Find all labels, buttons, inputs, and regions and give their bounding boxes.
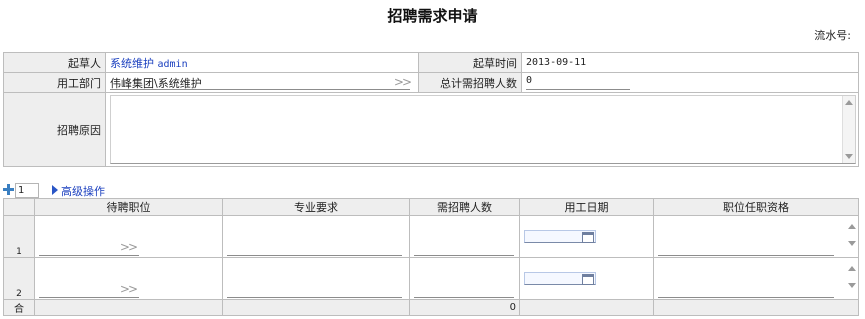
sum-qualification — [653, 299, 859, 316]
scroll-up-icon[interactable] — [845, 100, 853, 105]
table-row: 2 >> — [3, 257, 859, 300]
page-title: 招聘需求申请 — [387, 7, 478, 25]
header-qualification: 职位任职资格 — [653, 198, 859, 216]
department-label: 用工部门 — [3, 72, 106, 93]
major-field[interactable] — [227, 284, 402, 298]
major-cell — [222, 257, 410, 300]
row-number: 2 — [3, 257, 35, 300]
sum-label: 合 — [3, 299, 35, 316]
scroll-down-icon[interactable] — [845, 154, 853, 159]
total-count-field[interactable]: 0 — [526, 75, 630, 90]
department-cell: 伟峰集团\系统维护 >> — [105, 72, 419, 93]
drafter-account: admin — [157, 58, 188, 70]
drafter-cell: 系统维护 admin — [105, 52, 419, 73]
sum-count: 0 — [409, 299, 520, 316]
position-field[interactable]: >> — [39, 240, 139, 256]
position-cell: >> — [34, 215, 223, 258]
header-position: 待聘职位 — [34, 198, 223, 216]
header-date: 用工日期 — [519, 198, 654, 216]
triangle-right-icon[interactable] — [52, 185, 58, 195]
request-form: 起草人 系统维护 admin 起草时间 2013-09-11 用工部门 伟峰集团… — [3, 52, 859, 167]
position-field[interactable]: >> — [39, 282, 139, 298]
scroll-down-icon[interactable] — [848, 283, 856, 288]
header-major: 专业要求 — [222, 198, 410, 216]
count-field[interactable] — [414, 284, 514, 298]
scroll-up-icon[interactable] — [848, 224, 856, 229]
position-grid: 待聘职位 专业要求 需招聘人数 用工日期 职位任职资格 1 >> 2 >> 合 … — [3, 198, 859, 316]
date-field[interactable] — [524, 230, 596, 243]
calendar-icon[interactable] — [582, 232, 594, 243]
department-field[interactable]: 伟峰集团\系统维护 >> — [110, 75, 412, 90]
date-field[interactable] — [524, 272, 596, 285]
major-cell — [222, 215, 410, 258]
chevron-double-right-icon[interactable]: >> — [394, 75, 412, 89]
qualification-field[interactable] — [658, 235, 834, 256]
date-cell — [519, 215, 654, 258]
department-value: 伟峰集团\系统维护 — [110, 77, 202, 90]
draft-time-label: 起草时间 — [418, 52, 522, 73]
reason-textarea[interactable] — [110, 95, 856, 164]
position-cell: >> — [34, 257, 223, 300]
row-number: 1 — [3, 215, 35, 258]
calendar-icon[interactable] — [582, 274, 594, 285]
drafter-name: 系统维护 — [110, 56, 154, 70]
major-field[interactable] — [227, 242, 402, 256]
scroll-up-icon[interactable] — [848, 266, 856, 271]
qualification-scroll[interactable] — [848, 266, 856, 288]
count-cell — [409, 257, 520, 300]
draft-time-value: 2013-09-11 — [521, 52, 859, 73]
date-cell — [519, 257, 654, 300]
grid-header-blank — [3, 198, 35, 216]
scroll-down-icon[interactable] — [848, 241, 856, 246]
sum-position — [34, 299, 223, 316]
serial-number-label: 流水号: — [814, 29, 851, 42]
chevron-double-right-icon[interactable]: >> — [120, 282, 138, 296]
total-count-label: 总计需招聘人数 — [418, 72, 522, 93]
reason-scrollbar[interactable] — [842, 96, 855, 163]
chevron-double-right-icon[interactable]: >> — [120, 240, 138, 254]
qualification-cell — [653, 257, 859, 300]
count-cell — [409, 215, 520, 258]
qualification-field[interactable] — [658, 277, 834, 298]
qualification-cell — [653, 215, 859, 258]
reason-cell — [105, 92, 859, 167]
drafter-label: 起草人 — [3, 52, 106, 73]
advanced-operations-link[interactable]: 高级操作 — [61, 183, 105, 199]
total-count-cell: 0 — [521, 72, 859, 93]
sum-major — [222, 299, 410, 316]
row-count-input[interactable]: 1 — [15, 183, 39, 198]
sum-date — [519, 299, 654, 316]
qualification-scroll[interactable] — [848, 224, 856, 246]
reason-label: 招聘原因 — [3, 92, 106, 167]
count-field[interactable] — [414, 242, 514, 256]
sum-row: 合 0 — [3, 299, 859, 316]
header-count: 需招聘人数 — [409, 198, 520, 216]
table-row: 1 >> — [3, 215, 859, 258]
plus-icon[interactable] — [3, 184, 14, 195]
